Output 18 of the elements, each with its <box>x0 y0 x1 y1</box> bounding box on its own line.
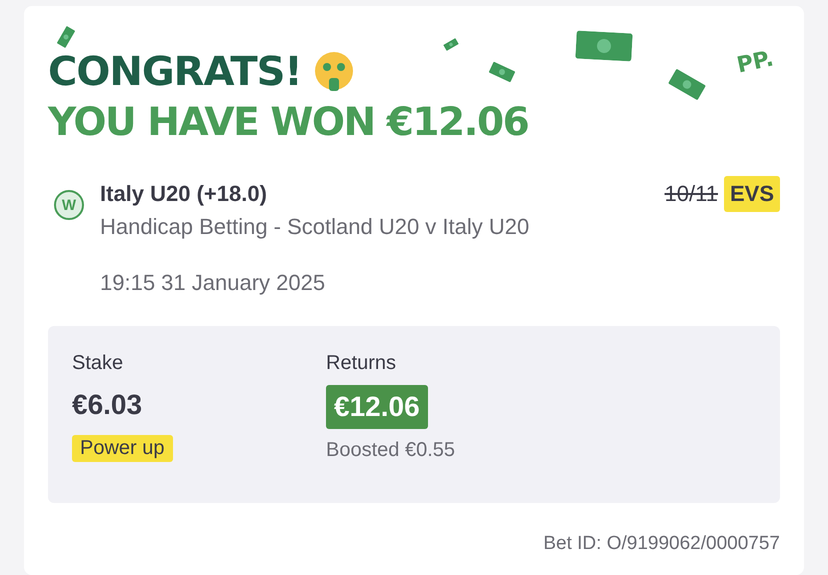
banknote-icon <box>575 30 633 62</box>
stake-label: Stake <box>72 352 124 375</box>
stake-amount: €6.03 <box>72 389 142 421</box>
bet-id: Bet ID: O/9199062/0000757 <box>542 533 780 555</box>
result-badge: W <box>54 190 84 220</box>
returns-label: Returns <box>326 352 396 375</box>
boost-amount: Boosted €0.55 <box>326 439 455 462</box>
market-name: Handicap Betting - Scotland U20 v Italy U20 <box>100 214 530 240</box>
congrats-heading: CONGRATS! <box>48 48 302 97</box>
winnings-heading: YOU HAVE WON €12.06 <box>48 99 530 147</box>
power-up-tag: Power up <box>72 435 172 462</box>
event-time: 19:15 31 January 2025 <box>100 270 326 296</box>
boosted-odds: EVS <box>724 176 780 212</box>
logo: PP. <box>735 46 776 79</box>
selection-name: Italy U20 (+18.0) <box>100 181 267 207</box>
returns-amount: €12.06 <box>326 385 428 429</box>
emoji-icon <box>314 51 354 93</box>
previous-odds: 10/11 <box>664 181 718 207</box>
